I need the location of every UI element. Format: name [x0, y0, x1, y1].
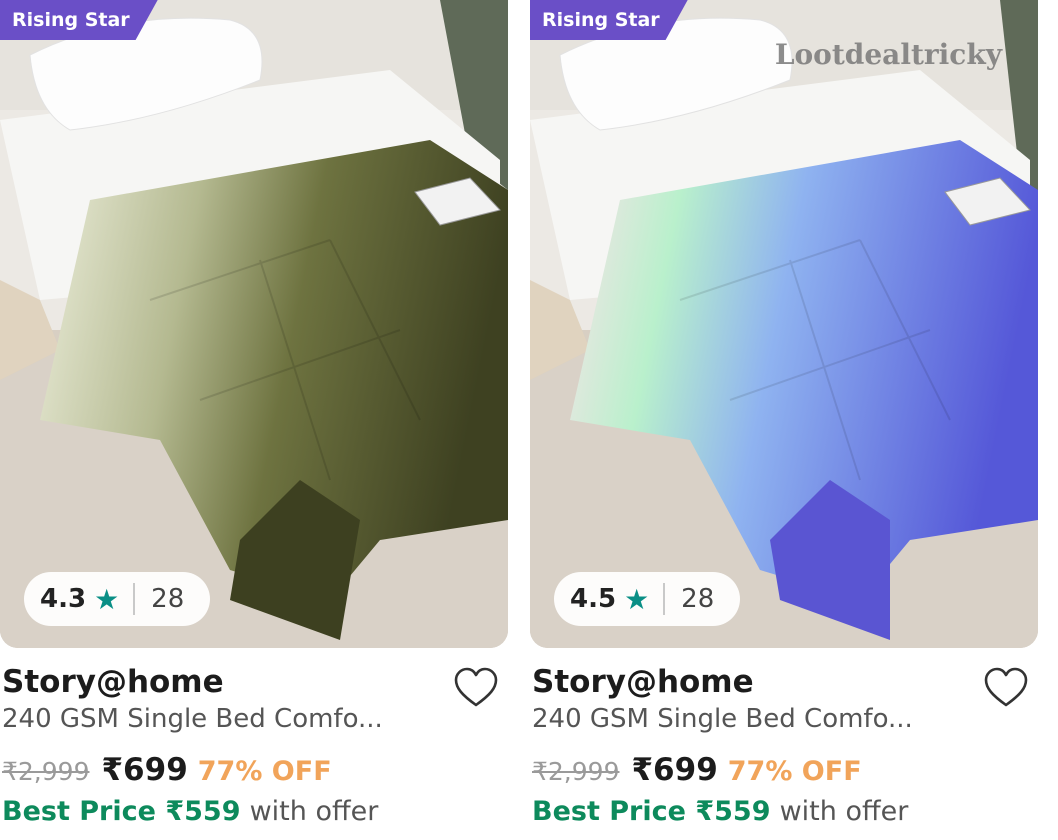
selling-price: ₹699	[101, 752, 188, 788]
brand-name: Story@home	[2, 664, 224, 700]
rating-count: 28	[681, 584, 715, 614]
rising-star-badge: Rising Star	[0, 0, 158, 40]
rating-pill: 4.3 ★ 28	[24, 572, 210, 626]
best-price: Best Price ₹559	[2, 796, 241, 827]
discount-label: 77% OFF	[197, 756, 332, 787]
comforter-illustration	[0, 0, 508, 648]
comforter-illustration	[530, 0, 1038, 648]
rating-pill: 4.5 ★ 28	[554, 572, 740, 626]
best-price-suffix: with offer	[249, 796, 379, 827]
product-image[interactable]: Rising Star 4.3 ★ 28	[0, 0, 508, 648]
watermark-text: Lootdealtricky	[774, 38, 1002, 71]
rating-divider	[133, 583, 136, 615]
product-card[interactable]: Rising Star Lootdealtricky 4.5 ★ 28 Stor…	[530, 0, 1038, 840]
selling-price: ₹699	[631, 752, 718, 788]
discount-label: 77% OFF	[727, 756, 862, 787]
price-row: ₹2,999 ₹699 77% OFF	[532, 752, 862, 792]
rating-value: 4.3	[40, 584, 87, 614]
heart-outline-icon[interactable]	[452, 664, 500, 712]
heart-outline-icon[interactable]	[982, 664, 1030, 712]
star-icon: ★	[624, 582, 650, 616]
best-price-row: Best Price ₹559 with offer	[532, 796, 908, 836]
rising-star-badge: Rising Star	[530, 0, 688, 40]
product-title[interactable]: 240 GSM Single Bed Comfo...	[2, 704, 383, 734]
rating-value: 4.5	[570, 584, 617, 614]
brand-name: Story@home	[532, 664, 754, 700]
original-price: ₹2,999	[2, 757, 90, 786]
product-image[interactable]: Rising Star Lootdealtricky 4.5 ★ 28	[530, 0, 1038, 648]
best-price-suffix: with offer	[779, 796, 909, 827]
best-price-row: Best Price ₹559 with offer	[2, 796, 378, 836]
original-price: ₹2,999	[532, 757, 620, 786]
price-row: ₹2,999 ₹699 77% OFF	[2, 752, 332, 792]
rating-divider	[663, 583, 666, 615]
star-icon: ★	[94, 582, 120, 616]
rating-count: 28	[151, 584, 185, 614]
product-title[interactable]: 240 GSM Single Bed Comfo...	[532, 704, 913, 734]
product-card[interactable]: Rising Star 4.3 ★ 28 Story@home 240 GSM …	[0, 0, 508, 840]
best-price: Best Price ₹559	[532, 796, 771, 827]
